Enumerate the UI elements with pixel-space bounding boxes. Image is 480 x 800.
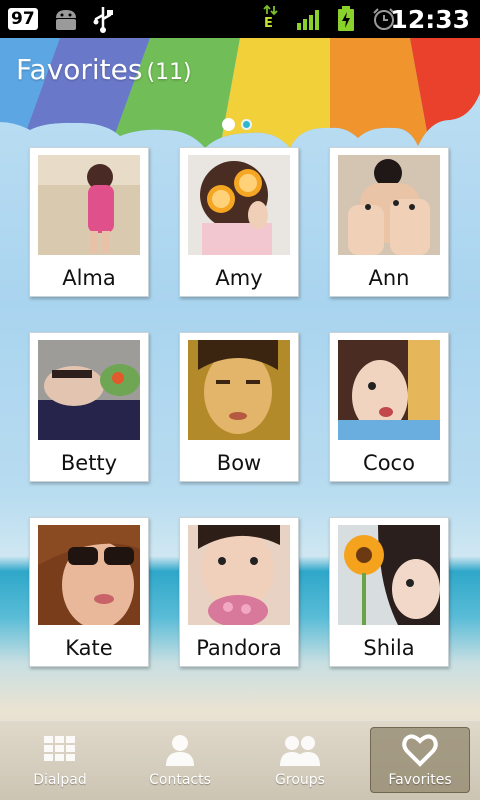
contact-photo xyxy=(338,525,440,625)
contact-photo xyxy=(338,155,440,255)
contact-photo xyxy=(38,155,140,255)
favorite-card-coco[interactable]: Coco xyxy=(329,332,449,482)
battery-level: 97 xyxy=(8,8,38,30)
page-title-text: Favorites xyxy=(16,53,143,86)
contact-name: Kate xyxy=(65,636,113,660)
contact-name: Alma xyxy=(62,266,116,290)
tab-dialpad[interactable]: Dialpad xyxy=(0,720,120,800)
favorite-card-amy[interactable]: Amy xyxy=(179,147,299,297)
dialpad-icon xyxy=(42,732,78,768)
groups-icon xyxy=(276,732,324,768)
tab-label: Favorites xyxy=(388,772,452,788)
tab-label: Dialpad xyxy=(33,772,87,788)
status-clock: 12:33 xyxy=(390,4,470,34)
contact-name: Ann xyxy=(368,266,410,290)
contact-photo xyxy=(188,340,290,440)
network-type-label: E xyxy=(264,16,273,31)
contact-photo xyxy=(188,525,290,625)
contact-name: Bow xyxy=(216,451,262,475)
favorite-card-betty[interactable]: Betty xyxy=(29,332,149,482)
page-dot-inactive[interactable] xyxy=(241,119,252,130)
favorite-card-alma[interactable]: Alma xyxy=(29,147,149,297)
contact-photo xyxy=(38,340,140,440)
favorites-count: (11) xyxy=(146,60,192,85)
heart-icon xyxy=(402,732,438,768)
battery-badge: 97 xyxy=(8,0,38,38)
status-bar: 97 E 12:33 xyxy=(0,0,480,38)
contact-name: Betty xyxy=(60,451,118,475)
page-title: Favorites (11) xyxy=(16,53,192,86)
favorite-card-kate[interactable]: Kate xyxy=(29,517,149,667)
usb-icon xyxy=(90,0,116,38)
contact-photo xyxy=(38,525,140,625)
page-indicator xyxy=(222,118,252,131)
tab-contacts[interactable]: Contacts xyxy=(120,720,240,800)
tab-label: Groups xyxy=(275,772,325,788)
favorite-card-pandora[interactable]: Pandora xyxy=(179,517,299,667)
favorite-card-bow[interactable]: Bow xyxy=(179,332,299,482)
contact-name: Coco xyxy=(363,451,415,475)
tab-label: Contacts xyxy=(149,772,211,788)
contact-name: Amy xyxy=(215,266,263,290)
contact-name: Pandora xyxy=(196,636,282,660)
android-debug-icon xyxy=(52,0,80,38)
favorite-card-shila[interactable]: Shila xyxy=(329,517,449,667)
data-network-icon: E xyxy=(262,0,280,38)
contact-photo xyxy=(188,155,290,255)
favorite-card-ann[interactable]: Ann xyxy=(329,147,449,297)
signal-strength-icon xyxy=(297,0,323,38)
battery-charging-icon xyxy=(337,0,355,38)
contact-photo xyxy=(338,340,440,440)
contact-icon xyxy=(162,732,198,768)
tab-favorites[interactable]: Favorites xyxy=(360,720,480,800)
page-dot-active[interactable] xyxy=(222,118,235,131)
contact-name: Shila xyxy=(363,636,415,660)
tab-groups[interactable]: Groups xyxy=(240,720,360,800)
